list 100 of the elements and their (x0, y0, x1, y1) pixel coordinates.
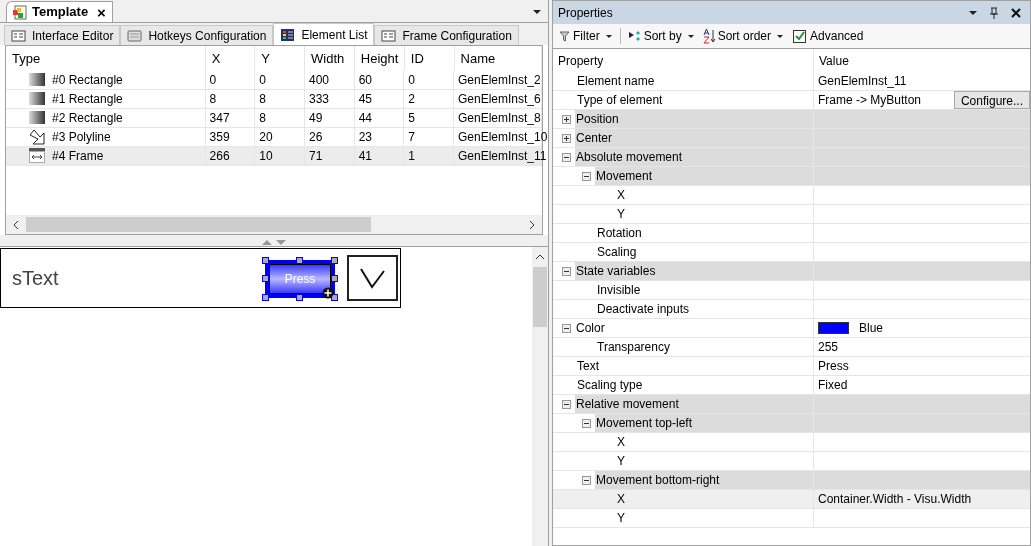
category-label: State variables (576, 263, 656, 280)
rectangle-icon (29, 110, 45, 126)
table-cell-text: 7 (408, 129, 415, 146)
table-cell-text: 26 (308, 129, 323, 146)
keyboard-icon (127, 29, 143, 42)
column-header[interactable]: Property (553, 49, 814, 72)
collapse-icon[interactable] (561, 323, 571, 333)
dropdown-icon (686, 33, 695, 39)
configure-button[interactable]: Configure... (953, 91, 1030, 109)
property-value[interactable]: Frame -> MyButton (818, 91, 922, 109)
close-button[interactable]: × (97, 4, 106, 20)
horizontal-scrollbar[interactable] (6, 215, 542, 234)
filter-button[interactable]: Filter (559, 27, 600, 45)
scrollbar-thumb[interactable] (26, 217, 371, 232)
selection-handle[interactable] (262, 274, 269, 282)
property-label: X (617, 187, 625, 204)
window-icon (11, 29, 26, 42)
collapse-icon[interactable] (561, 152, 571, 162)
table-cell-text: 266 (209, 148, 230, 165)
editor-tab[interactable]: Element List (273, 23, 375, 45)
table-cell-text: 5 (408, 110, 415, 127)
vertical-scrollbar[interactable] (532, 247, 548, 546)
collapse-icon[interactable] (561, 399, 571, 409)
rectangle-icon (29, 91, 45, 107)
editor-tab[interactable]: Interface Editor (4, 25, 121, 45)
move-cursor-icon (322, 286, 334, 299)
property-label: Color (576, 320, 605, 337)
selection-handle[interactable] (331, 274, 338, 282)
expand-icon[interactable] (561, 133, 571, 143)
table-cell-text: 20 (259, 129, 273, 146)
editor-tab[interactable]: Frame Configuration (374, 25, 519, 45)
selection-handle[interactable] (296, 293, 303, 301)
category-label: Movement (596, 168, 653, 185)
table-cell-text: 0 (259, 72, 266, 89)
table-cell-text: 44 (358, 110, 372, 127)
property-label: X (617, 491, 625, 508)
collapse-icon[interactable] (561, 266, 571, 276)
collapse-icon[interactable] (581, 171, 591, 181)
collapse-icon[interactable] (581, 418, 591, 428)
property-label: Rotation (597, 225, 642, 242)
selection-handle[interactable] (296, 256, 303, 264)
table-cell-text: #3 Polyline (52, 129, 111, 146)
property-value[interactable]: Fixed (818, 376, 848, 394)
table-row[interactable]: #0 Rectangle 0 0 400 60 0 GenElemInst_2 (6, 71, 542, 90)
table-cell-text: 400 (308, 72, 329, 89)
table-row[interactable]: #2 Rectangle 347 8 49 44 5 GenElemInst_8 (6, 109, 542, 128)
scrollbar-thumb[interactable] (533, 267, 547, 327)
table-cell-text: GenElemInst_6 (457, 91, 541, 108)
checkbox-label[interactable]: Advanced (810, 27, 864, 45)
selection-handle[interactable] (331, 293, 338, 301)
table-cell-text: 2 (408, 91, 415, 108)
category-label: Absolute movement (576, 149, 683, 166)
tab-title: Template (32, 3, 89, 22)
property-label: Y (617, 510, 625, 527)
sort-by-button[interactable]: Sort by (627, 27, 682, 45)
table-cell-text: 8 (259, 110, 266, 127)
table-cell-text: 0 (209, 72, 217, 89)
property-label: Element name (577, 73, 655, 90)
color-swatch[interactable] (818, 322, 849, 334)
document-icon (13, 4, 27, 20)
selection-handle[interactable] (262, 293, 269, 301)
column-header[interactable]: Value (814, 49, 1030, 72)
table-cell-text: GenElemInst_11 (457, 148, 547, 165)
advanced-checkbox[interactable] (793, 29, 807, 43)
selection-handle[interactable] (262, 256, 269, 264)
document-tab[interactable]: Template × (6, 1, 113, 22)
table-cell-text: 8 (259, 91, 266, 108)
table-row[interactable]: #1 Rectangle 8 8 333 45 2 GenElemInst_6 (6, 90, 542, 109)
category-label: Movement bottom-right (596, 472, 720, 489)
panel-title: Properties (558, 4, 614, 22)
table-cell-text: 347 (209, 110, 230, 127)
property-value[interactable]: 255 (818, 338, 839, 356)
property-value[interactable]: Blue (859, 319, 884, 337)
collapse-icon[interactable] (581, 475, 591, 485)
editor-tab[interactable]: Hotkeys Configuration (120, 25, 274, 45)
pin-icon (988, 6, 1000, 19)
property-value[interactable]: GenElemInst_11 (818, 72, 907, 90)
check-mark-icon (359, 267, 386, 289)
property-value[interactable]: Container.Width - Visu.Width (818, 490, 972, 508)
table-cell-text: GenElemInst_2 (457, 72, 541, 89)
check-icon (794, 31, 805, 41)
table-cell-text: 49 (308, 110, 323, 127)
property-value[interactable]: Press (818, 357, 849, 375)
table-cell-text: 41 (358, 148, 372, 165)
dropdown-icon (604, 33, 613, 39)
dropdown-icon (968, 8, 978, 17)
table-cell-text: 1 (408, 148, 415, 165)
sort-az-icon (702, 28, 716, 44)
selection-handle[interactable] (331, 256, 338, 264)
table-cell-text: 8 (209, 91, 217, 108)
category-label: Movement top-left (596, 415, 693, 432)
property-label: Deactivate inputs (597, 301, 690, 318)
scroll-left-icon (12, 219, 20, 230)
scroll-up-icon (535, 253, 545, 261)
table-cell-text: #0 Rectangle (52, 72, 123, 89)
expand-icon[interactable] (561, 114, 571, 124)
table-cell-text: 60 (358, 72, 372, 89)
sort-order-button[interactable]: Sort order (702, 27, 772, 45)
table-cell-text: 23 (358, 129, 372, 146)
polyline-icon (29, 129, 45, 145)
